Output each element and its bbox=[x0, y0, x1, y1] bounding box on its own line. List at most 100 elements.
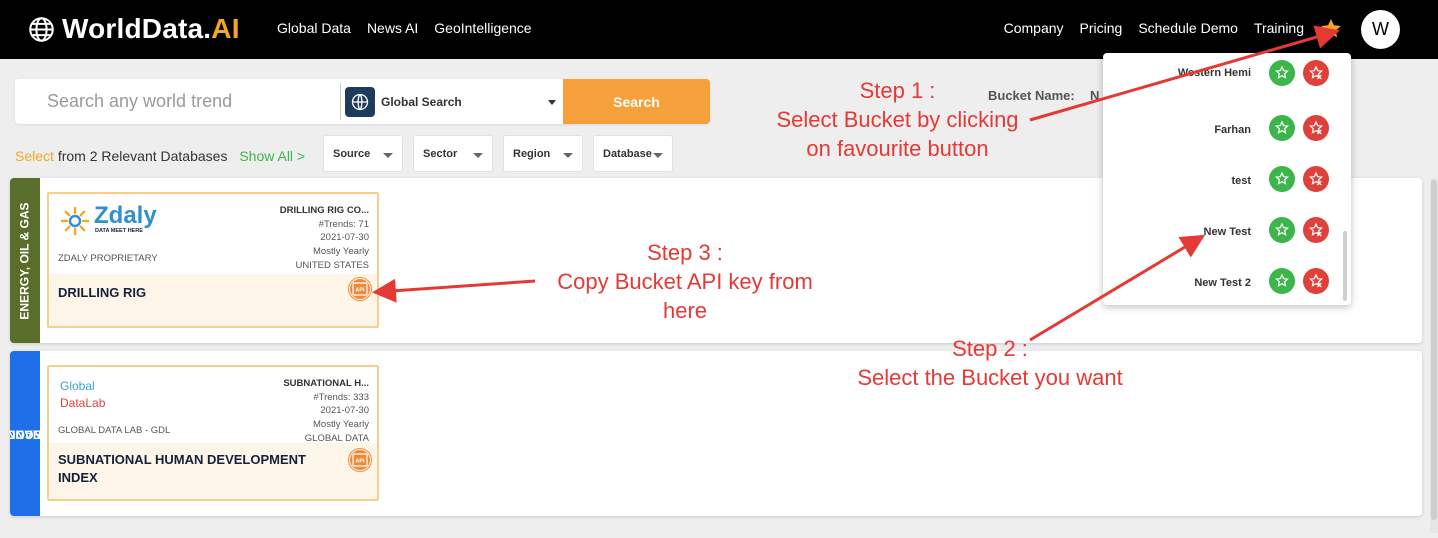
category-row-finance: FINANCEMACROECONOMICS, Global DataLab SU… bbox=[10, 351, 1422, 516]
category-label: ENERGY, OIL & GAS bbox=[17, 201, 32, 320]
bucket-item[interactable]: New Test bbox=[1103, 212, 1343, 263]
bucket-item-name: Farhan bbox=[1214, 124, 1251, 136]
add-favorite-button[interactable] bbox=[1269, 268, 1295, 294]
filter-database[interactable]: Database bbox=[593, 135, 673, 172]
star-plus-icon bbox=[1274, 273, 1290, 287]
step1-annotation: Step 1 : Select Bucket by clicking on fa… bbox=[765, 76, 1030, 163]
filter-source[interactable]: Source bbox=[323, 135, 403, 172]
card-frequency: Mostly Yearly bbox=[313, 246, 369, 258]
add-favorite-button[interactable] bbox=[1269, 60, 1295, 86]
step3-line1: Copy Bucket API key from bbox=[557, 269, 813, 294]
category-tab: ENERGY, OIL & GAS bbox=[10, 178, 40, 343]
nav-geointelligence[interactable]: GeoIntelligence bbox=[434, 20, 531, 36]
card-trends: #Trends: 71 bbox=[318, 218, 369, 230]
caret-down-icon bbox=[473, 153, 483, 158]
database-card[interactable]: Global DataLab SUBNATIONAL H... #Trends:… bbox=[47, 365, 379, 501]
select-word: Select bbox=[15, 148, 54, 164]
api-key-button[interactable]: API bbox=[349, 449, 371, 471]
bucket-dropdown: Western Hemi Farhan test New Test New Te… bbox=[1103, 53, 1351, 305]
card-title: DRILLING RIG bbox=[58, 285, 147, 300]
card-footer: SUBNATIONAL HUMAN DEVELOPMENT INDEX API bbox=[49, 443, 377, 499]
step3-annotation: Step 3 : Copy Bucket API key from here bbox=[540, 238, 830, 325]
database-card[interactable]: Zdaly DATA MEET HERE DRILLING RIG CO... … bbox=[47, 192, 379, 328]
nav-pricing[interactable]: Pricing bbox=[1080, 20, 1123, 36]
bucket-item[interactable]: New Test 2 bbox=[1103, 263, 1343, 305]
step1-heading: Step 1 : bbox=[859, 78, 936, 103]
nav-global-data[interactable]: Global Data bbox=[277, 20, 351, 36]
step3-line2: here bbox=[662, 298, 708, 323]
card-provider: GLOBAL DATA LAB - GDL bbox=[58, 425, 171, 436]
remove-favorite-button[interactable] bbox=[1303, 115, 1329, 141]
nav-news-ai[interactable]: News AI bbox=[367, 20, 418, 36]
api-icon: API bbox=[352, 282, 368, 296]
star-off-icon bbox=[1308, 120, 1324, 135]
filter-database-label: Database bbox=[603, 147, 652, 160]
add-favorite-button[interactable] bbox=[1269, 217, 1295, 243]
card-trends: #Trends: 333 bbox=[313, 391, 369, 403]
star-plus-icon bbox=[1274, 65, 1290, 79]
zdaly-logo: Zdaly DATA MEET HERE bbox=[58, 202, 158, 238]
sun-logo-icon bbox=[60, 206, 90, 236]
chevron-down-icon bbox=[548, 100, 556, 105]
bucket-scrollbar[interactable] bbox=[1343, 231, 1347, 301]
nav-company[interactable]: Company bbox=[1004, 20, 1064, 36]
step2-heading: Step 2 : bbox=[952, 336, 1028, 361]
show-all-link[interactable]: Show All > bbox=[239, 148, 305, 164]
filter-region[interactable]: Region bbox=[503, 135, 583, 172]
api-key-button[interactable]: API bbox=[349, 278, 371, 300]
logo-text-datalab: DataLab bbox=[60, 396, 106, 410]
search-bar: Global Search Search bbox=[15, 79, 710, 124]
user-avatar[interactable]: W bbox=[1361, 10, 1400, 49]
world-globe-icon bbox=[345, 86, 375, 117]
star-off-icon bbox=[1308, 65, 1324, 80]
zdaly-logo-text: Zdaly bbox=[94, 202, 157, 229]
star-icon[interactable] bbox=[1319, 17, 1343, 41]
database-count: from 2 Relevant Databases bbox=[57, 148, 228, 164]
filter-sector-label: Sector bbox=[423, 147, 458, 160]
zdaly-logo-tagline: DATA MEET HERE bbox=[95, 228, 143, 234]
global-datalab-logo: Global DataLab bbox=[60, 379, 140, 413]
star-plus-icon bbox=[1274, 222, 1290, 236]
search-button[interactable]: Search bbox=[563, 79, 710, 124]
card-meta-title: SUBNATIONAL H... bbox=[283, 378, 369, 389]
card-title: SUBNATIONAL HUMAN DEVELOPMENT INDEX bbox=[58, 452, 306, 485]
nav-schedule-demo[interactable]: Schedule Demo bbox=[1138, 20, 1238, 36]
bucket-item-name: test bbox=[1231, 175, 1251, 187]
logo-text-global: Global bbox=[60, 379, 95, 393]
filter-sector[interactable]: Sector bbox=[413, 135, 493, 172]
star-off-icon bbox=[1308, 171, 1324, 186]
bucket-name-value: N bbox=[1090, 88, 1100, 103]
step1-line2: on favourite button bbox=[806, 136, 989, 161]
caret-down-icon bbox=[653, 153, 663, 158]
bucket-item[interactable]: Western Hemi bbox=[1103, 60, 1343, 111]
star-plus-icon bbox=[1274, 171, 1290, 185]
card-frequency: Mostly Yearly bbox=[313, 419, 369, 431]
remove-favorite-button[interactable] bbox=[1303, 166, 1329, 192]
globe-icon bbox=[29, 16, 54, 42]
remove-favorite-button[interactable] bbox=[1303, 217, 1329, 243]
svg-text:API: API bbox=[355, 288, 365, 294]
card-meta: SUBNATIONAL H... #Trends: 333 2021-07-30… bbox=[283, 377, 369, 446]
search-scope-label: Global Search bbox=[381, 94, 462, 109]
remove-favorite-button[interactable] bbox=[1303, 268, 1329, 294]
search-scope-select[interactable]: Global Search bbox=[345, 86, 560, 117]
remove-favorite-button[interactable] bbox=[1303, 60, 1329, 86]
caret-down-icon bbox=[563, 153, 573, 158]
page-scrollbar-thumb[interactable] bbox=[1431, 180, 1437, 520]
filter-source-label: Source bbox=[333, 147, 371, 160]
add-favorite-button[interactable] bbox=[1269, 115, 1295, 141]
brand-name: WorldData. bbox=[62, 13, 212, 44]
card-provider: ZDALY PROPRIETARY bbox=[58, 253, 158, 264]
filter-region-label: Region bbox=[513, 147, 551, 160]
search-input[interactable] bbox=[15, 79, 340, 124]
step2-line1: Select the Bucket you want bbox=[857, 365, 1123, 390]
brand-logo[interactable]: WorldData. AI bbox=[28, 12, 240, 46]
step1-line1: Select Bucket by clicking bbox=[776, 107, 1019, 132]
nav-training[interactable]: Training bbox=[1254, 20, 1304, 36]
star-off-icon bbox=[1308, 273, 1324, 288]
add-favorite-button[interactable] bbox=[1269, 166, 1295, 192]
api-icon: API bbox=[352, 453, 368, 467]
step2-annotation: Step 2 : Select the Bucket you want bbox=[840, 334, 1140, 392]
bucket-item[interactable]: Farhan bbox=[1103, 110, 1343, 161]
bucket-item[interactable]: test bbox=[1103, 161, 1343, 212]
